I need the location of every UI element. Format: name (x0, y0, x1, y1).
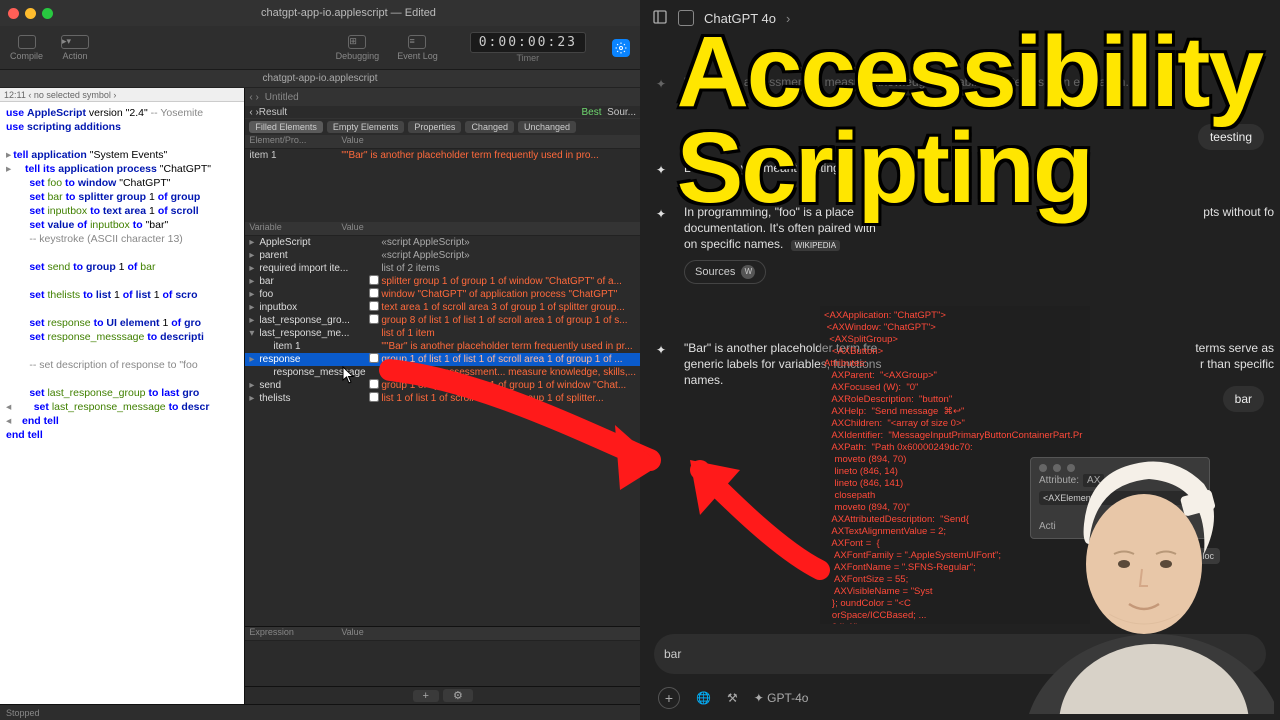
action-button[interactable]: ▸▾Action (61, 35, 89, 61)
zoom-icon[interactable] (42, 8, 53, 19)
webcam-presenter (1014, 424, 1274, 714)
timer-display: 0:00:00:23 (470, 32, 586, 53)
wikipedia-chip[interactable]: WIKIPEDIA (791, 240, 840, 251)
model-selector[interactable]: ChatGPT 4o (704, 11, 776, 26)
variable-row[interactable]: item 1""Bar" is another placeholder term… (245, 340, 640, 353)
debug-footer[interactable]: +⚙ (245, 686, 640, 704)
symbol-navigator[interactable]: 12:11 ‹ no selected symbol › (0, 88, 244, 102)
mouse-cursor-icon (342, 366, 356, 387)
assistant-avatar-icon: ✦ (656, 342, 674, 360)
variable-row[interactable]: ▸required import ite...list of 2 items (245, 262, 640, 275)
user-message: teesting (1198, 124, 1264, 150)
variable-row[interactable]: ▸barsplitter group 1 of group 1 of windo… (245, 275, 640, 288)
variable-row[interactable]: ▸thelistslist 1 of list 1 of scroll area… (245, 392, 640, 405)
result-tab[interactable]: Result (259, 107, 287, 118)
event-log-button[interactable]: ≡Event Log (397, 35, 438, 61)
settings-gear-icon[interactable] (612, 39, 630, 57)
code-editor[interactable]: 12:11 ‹ no selected symbol › use AppleSc… (0, 88, 244, 704)
window-titlebar[interactable]: chatgpt-app-io.applescript — Edited (0, 0, 640, 26)
new-chat-icon[interactable] (678, 10, 694, 26)
variable-row[interactable]: ▸last_response_gro...group 8 of list 1 o… (245, 314, 640, 327)
minimize-icon[interactable] (25, 8, 36, 19)
model-button[interactable]: ✦ GPT-4o (754, 691, 809, 705)
window-title: chatgpt-app-io.applescript — Edited (65, 7, 632, 19)
document-tab[interactable]: chatgpt-app-io.applescript (0, 70, 640, 88)
sources-button[interactable]: SourcesW (684, 260, 766, 284)
assistant-avatar-icon: ✦ (656, 76, 674, 94)
script-editor-window: chatgpt-app-io.applescript — Edited Comp… (0, 0, 640, 720)
variable-row[interactable]: ▸sendgroup 1 of splitter group 1 of grou… (245, 379, 640, 392)
variable-row[interactable]: ▸responsegroup 1 of list 1 of list 1 of … (245, 353, 640, 366)
user-message: bar (1223, 386, 1264, 412)
debug-panel: ‹ › Untitled ‹ › Result Best Sour... Fil… (244, 88, 640, 704)
assistant-avatar-icon: ✦ (656, 206, 674, 224)
sidebar-toggle-icon[interactable] (652, 9, 668, 28)
variable-row[interactable]: ▾last_response_me...list of 1 item (245, 327, 640, 340)
variable-row[interactable]: response_messsage"A "test" is an assessm… (245, 366, 640, 379)
chat-titlebar[interactable]: ChatGPT 4o› (640, 0, 1280, 36)
variable-row[interactable]: ▸foowindow "ChatGPT" of application proc… (245, 288, 640, 301)
variable-row[interactable]: ▸inputboxtext area 1 of scroll area 3 of… (245, 301, 640, 314)
debug-tabstrip[interactable]: ‹ › Untitled (245, 88, 640, 106)
result-row[interactable]: item 1""Bar" is another placeholder term… (245, 149, 640, 162)
globe-icon[interactable]: 🌐 (696, 691, 711, 705)
attach-icon[interactable]: + (658, 687, 680, 709)
assistant-message: "test" is an assessment to measure knowl… (684, 74, 1135, 94)
assistant-avatar-icon: ✦ (656, 162, 674, 180)
close-icon[interactable] (8, 8, 19, 19)
assistant-message: In programming, "foo" is a placepts with… (684, 204, 1264, 284)
filter-tabs[interactable]: Filled Elements Empty Elements Propertie… (245, 119, 640, 135)
variable-table[interactable]: ▸AppleScript«script AppleScript»▸parent«… (245, 236, 640, 626)
assistant-message: Looks like you meant "testing." (684, 160, 847, 180)
debugging-button[interactable]: ⊞Debugging (336, 35, 380, 61)
tools-icon[interactable]: ⚒ (727, 691, 738, 705)
variable-row[interactable]: ▸parent«script AppleScript» (245, 249, 640, 262)
variable-row[interactable]: ▸AppleScript«script AppleScript» (245, 236, 640, 249)
status-bar: Stopped (0, 704, 640, 720)
toolbar: Compile ▸▾Action ⊞Debugging ≡Event Log 0… (0, 26, 640, 70)
compile-button[interactable]: Compile (10, 35, 43, 61)
